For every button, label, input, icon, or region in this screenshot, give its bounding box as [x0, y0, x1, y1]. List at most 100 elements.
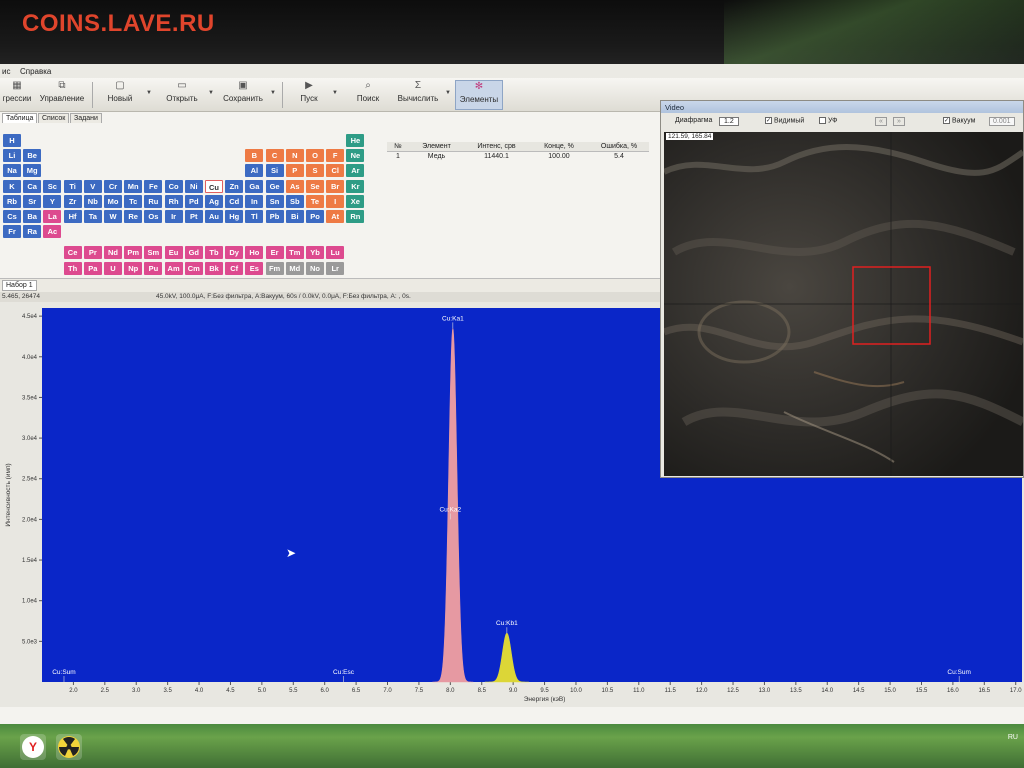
element-am-button[interactable]: Am [164, 261, 183, 275]
element-pd-button[interactable]: Pd [184, 194, 203, 208]
element-w-button[interactable]: W [104, 210, 122, 223]
element-nb-button[interactable]: Nb [83, 194, 102, 208]
element-pm-button[interactable]: Pm [124, 246, 143, 260]
element-na-button[interactable]: Na [3, 164, 21, 178]
element-te-button[interactable]: Te [306, 194, 324, 208]
start-button[interactable]: ▶ Пуск [292, 80, 326, 110]
element-n-button[interactable]: N [285, 149, 304, 163]
element-co-button[interactable]: Co [164, 179, 183, 193]
menu-item-help[interactable]: Справка [20, 67, 51, 76]
element-mn-button[interactable]: Mn [124, 179, 143, 193]
element-zn-button[interactable]: Zn [225, 179, 244, 193]
element-al-button[interactable]: Al [245, 164, 264, 178]
element-pu-button[interactable]: Pu [144, 261, 163, 275]
element-v-button[interactable]: V [83, 179, 102, 193]
visible-checkbox[interactable]: ✓ Видимый [765, 117, 804, 124]
element-c-button[interactable]: C [265, 149, 284, 163]
tab-tasks[interactable]: Задани [70, 113, 102, 123]
element-ga-button[interactable]: Ga [245, 179, 264, 193]
next-button[interactable]: » [893, 117, 905, 126]
element-hf-button[interactable]: Hf [63, 210, 82, 223]
element-ir-button[interactable]: Ir [164, 210, 183, 223]
element-tc-button[interactable]: Tc [124, 194, 143, 208]
tab-list[interactable]: Список [38, 113, 70, 123]
element-pa-button[interactable]: Pa [83, 261, 102, 275]
element-o-button[interactable]: O [306, 149, 324, 163]
element-ba-button[interactable]: Ba [23, 210, 42, 223]
camera-image[interactable]: 121.59, 165.84 [664, 132, 1023, 476]
element-mg-button[interactable]: Mg [23, 164, 42, 178]
element-hg-button[interactable]: Hg [225, 210, 244, 223]
element-mo-button[interactable]: Mo [104, 194, 122, 208]
element-si-button[interactable]: Si [265, 164, 284, 178]
element-eu-button[interactable]: Eu [164, 246, 183, 260]
element-dy-button[interactable]: Dy [225, 246, 244, 260]
prev-button[interactable]: « [875, 117, 887, 126]
element-es-button[interactable]: Es [245, 261, 264, 275]
element-ho-button[interactable]: Ho [245, 246, 264, 260]
element-s-button[interactable]: S [306, 164, 324, 178]
element-bk-button[interactable]: Bk [205, 261, 223, 275]
element-ag-button[interactable]: Ag [205, 194, 223, 208]
element-rn-button[interactable]: Rn [346, 210, 365, 223]
element-ce-button[interactable]: Ce [63, 246, 82, 260]
element-k-button[interactable]: K [3, 179, 21, 193]
save-dropdown-arrow[interactable]: ▼ [270, 90, 276, 96]
table-row[interactable]: 1 Медь 11440.1 100.00 5.4 [387, 152, 649, 162]
element-pr-button[interactable]: Pr [83, 246, 102, 260]
element-re-button[interactable]: Re [124, 210, 143, 223]
element-i-button[interactable]: I [326, 194, 345, 208]
element-md-button[interactable]: Md [285, 261, 304, 275]
search-button[interactable]: ⌕ Поиск [350, 80, 386, 110]
video-window[interactable]: Video Диафрагма 1.2 ✓ Видимый УФ « » ✓ В… [660, 100, 1024, 478]
element-gd-button[interactable]: Gd [184, 246, 203, 260]
element-in-button[interactable]: In [245, 194, 264, 208]
control-button[interactable]: ⧉ Управление [36, 80, 88, 110]
element-at-button[interactable]: At [326, 210, 345, 223]
language-indicator[interactable]: RU [1008, 734, 1018, 741]
open-button[interactable]: ▭ Открыть [160, 80, 204, 110]
element-cd-button[interactable]: Cd [225, 194, 244, 208]
element-ti-button[interactable]: Ti [63, 179, 82, 193]
elements-button[interactable]: ✻ Элементы [455, 80, 503, 110]
element-cs-button[interactable]: Cs [3, 210, 21, 223]
radiation-app-button[interactable] [56, 734, 82, 760]
start-dropdown-arrow[interactable]: ▼ [332, 90, 338, 96]
element-sc-button[interactable]: Sc [43, 179, 62, 193]
element-he-button[interactable]: He [346, 134, 365, 147]
element-lr-button[interactable]: Lr [326, 261, 345, 275]
element-rh-button[interactable]: Rh [164, 194, 183, 208]
menu-item-analysis[interactable]: ис [2, 67, 10, 76]
element-nd-button[interactable]: Nd [104, 246, 122, 260]
element-li-button[interactable]: Li [3, 149, 21, 163]
open-dropdown-arrow[interactable]: ▼ [208, 90, 214, 96]
element-ne-button[interactable]: Ne [346, 149, 365, 163]
element-ar-button[interactable]: Ar [346, 164, 365, 178]
element-as-button[interactable]: As [285, 179, 304, 193]
element-ni-button[interactable]: Ni [184, 179, 203, 193]
element-ge-button[interactable]: Ge [265, 179, 284, 193]
element-cl-button[interactable]: Cl [326, 164, 345, 178]
element-yb-button[interactable]: Yb [306, 246, 324, 260]
element-er-button[interactable]: Er [265, 246, 284, 260]
element-cu-button[interactable]: Cu [205, 179, 223, 193]
yandex-browser-button[interactable]: Y [20, 734, 46, 760]
element-be-button[interactable]: Be [23, 149, 42, 163]
element-po-button[interactable]: Po [306, 210, 324, 223]
tab-table[interactable]: Таблица [2, 113, 38, 123]
element-lu-button[interactable]: Lu [326, 246, 345, 260]
element-pt-button[interactable]: Pt [184, 210, 203, 223]
element-fe-button[interactable]: Fe [144, 179, 163, 193]
element-sr-button[interactable]: Sr [23, 194, 42, 208]
element-sm-button[interactable]: Sm [144, 246, 163, 260]
element-no-button[interactable]: No [306, 261, 324, 275]
element-au-button[interactable]: Au [205, 210, 223, 223]
element-p-button[interactable]: P [285, 164, 304, 178]
calculate-button[interactable]: Σ Вычислить [394, 80, 442, 110]
element-ca-button[interactable]: Ca [23, 179, 42, 193]
element-th-button[interactable]: Th [63, 261, 82, 275]
element-y-button[interactable]: Y [43, 194, 62, 208]
element-tm-button[interactable]: Tm [285, 246, 304, 260]
element-rb-button[interactable]: Rb [3, 194, 21, 208]
element-se-button[interactable]: Se [306, 179, 324, 193]
